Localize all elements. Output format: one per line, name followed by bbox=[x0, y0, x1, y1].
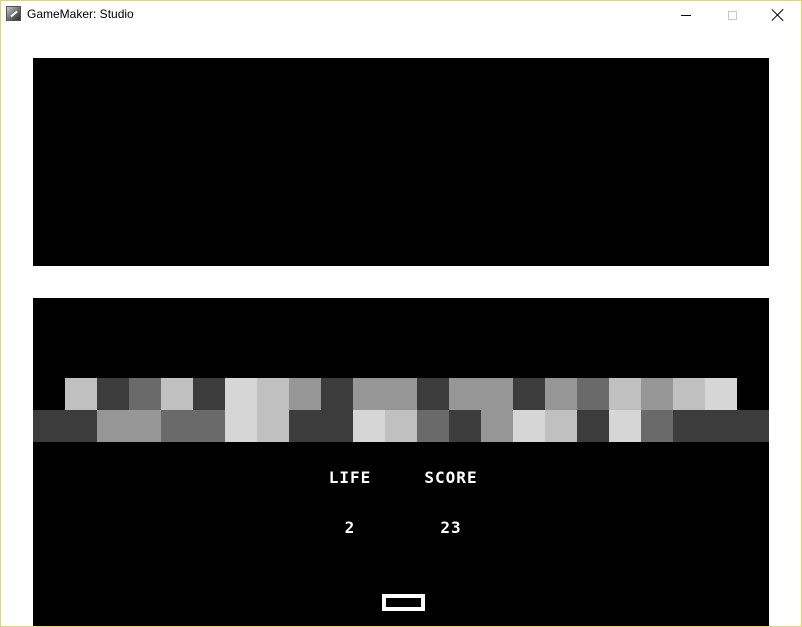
brick bbox=[737, 410, 769, 442]
life-value: 2 bbox=[344, 518, 356, 537]
brick bbox=[225, 378, 257, 410]
brick bbox=[481, 378, 513, 410]
close-button[interactable] bbox=[755, 1, 801, 29]
brick bbox=[65, 378, 97, 410]
game-playfield[interactable]: LIFE SCORE 2 23 bbox=[33, 298, 769, 626]
maximize-button[interactable] bbox=[709, 1, 755, 29]
brick bbox=[609, 378, 641, 410]
brick bbox=[161, 410, 193, 442]
brick bbox=[513, 410, 545, 442]
brick bbox=[673, 378, 705, 410]
brick bbox=[609, 410, 641, 442]
paddle[interactable] bbox=[382, 594, 425, 611]
score-value: 23 bbox=[440, 518, 462, 537]
brick bbox=[193, 410, 225, 442]
brick bbox=[225, 410, 257, 442]
brick bbox=[673, 410, 705, 442]
title-bar[interactable]: GameMaker: Studio bbox=[1, 1, 801, 29]
brick bbox=[289, 378, 321, 410]
brick bbox=[449, 378, 481, 410]
brick bbox=[449, 410, 481, 442]
brick bbox=[257, 410, 289, 442]
brick bbox=[161, 378, 193, 410]
score-label: SCORE bbox=[424, 468, 478, 487]
brick bbox=[545, 378, 577, 410]
brick bbox=[353, 410, 385, 442]
brick bbox=[513, 378, 545, 410]
brick bbox=[129, 410, 161, 442]
brick bbox=[577, 410, 609, 442]
minimize-icon bbox=[681, 14, 691, 16]
brick bbox=[641, 378, 673, 410]
brick bbox=[417, 378, 449, 410]
brick bbox=[385, 410, 417, 442]
life-label: LIFE bbox=[328, 468, 372, 487]
window-title: GameMaker: Studio bbox=[27, 7, 134, 21]
brick bbox=[641, 410, 673, 442]
brick bbox=[193, 378, 225, 410]
top-viewport bbox=[33, 58, 769, 266]
game-window: GameMaker: Studio LIFE SCORE 2 23 bbox=[0, 0, 802, 627]
brick bbox=[65, 410, 97, 442]
brick bbox=[97, 378, 129, 410]
close-icon bbox=[772, 9, 784, 21]
brick bbox=[97, 410, 129, 442]
minimize-button[interactable] bbox=[663, 1, 709, 29]
brick bbox=[385, 378, 417, 410]
brick bbox=[481, 410, 513, 442]
brick bbox=[417, 410, 449, 442]
brick bbox=[257, 378, 289, 410]
brick bbox=[321, 378, 353, 410]
brick bbox=[705, 410, 737, 442]
brick bbox=[577, 378, 609, 410]
brick bbox=[289, 410, 321, 442]
brick bbox=[353, 378, 385, 410]
gamemaker-icon bbox=[6, 6, 21, 21]
maximize-icon bbox=[727, 10, 737, 20]
brick bbox=[129, 378, 161, 410]
brick bbox=[705, 378, 737, 410]
brick bbox=[545, 410, 577, 442]
brick bbox=[321, 410, 353, 442]
brick bbox=[33, 410, 65, 442]
